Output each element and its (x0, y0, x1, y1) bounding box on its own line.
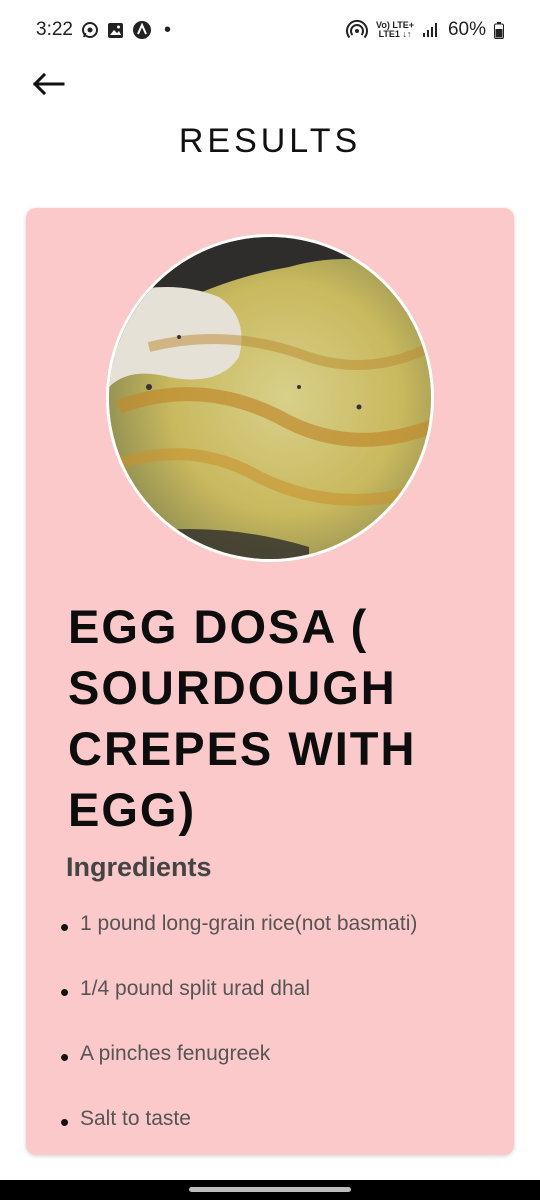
battery-icon (494, 21, 504, 39)
ingredients-heading: Ingredients (66, 852, 212, 882)
page-title: RESULTS (178, 122, 362, 160)
list-item: • A pinches fenugreek (60, 1042, 417, 1107)
navigation-bar (0, 1180, 540, 1200)
bullet-icon: • (60, 977, 70, 1007)
ingredients-list: • 1 pound long-grain rice(not basmati) • 1… (60, 912, 417, 1172)
gallery-icon (107, 22, 124, 39)
ingredient-text: A pinches fenugreek (80, 1042, 271, 1065)
lte-bottom-label: LTE1 ↓↑ (378, 29, 412, 39)
status-left: 3:22 • (36, 19, 171, 41)
arrow-left-icon (31, 72, 65, 101)
whatsapp-icon (81, 21, 99, 39)
recipe-name: EGG DOSA ( SOURDOUGH CREPES WITH EGG) (68, 600, 417, 836)
ingredient-text: 1 pound long-grain rice(not basmati) (80, 912, 418, 935)
notification-dot: • (163, 19, 171, 41)
bullet-icon: • (60, 1107, 70, 1137)
egg-dosa-photo (109, 237, 431, 559)
battery-percent: 60% (447, 19, 486, 40)
bullet-icon: • (60, 1042, 70, 1072)
recipe-photo (106, 234, 434, 562)
home-indicator[interactable] (189, 1187, 351, 1192)
list-item: • Salt to taste (60, 1107, 417, 1172)
recipe-card[interactable]: EGG DOSA ( SOURDOUGH CREPES WITH EGG) In… (26, 208, 514, 1155)
list-item: • 1 pound long-grain rice(not basmati) (60, 912, 417, 977)
bullet-icon: • (60, 912, 70, 942)
status-right: Vo) LTE+ LTE1 ↓↑ 60% (346, 19, 504, 41)
ingredient-text: 1/4 pound split urad dhal (80, 977, 311, 1000)
back-button[interactable] (28, 70, 68, 102)
list-item: • 1/4 pound split urad dhal (60, 977, 417, 1042)
hotspot-icon (346, 19, 369, 41)
status-time: 3:22 (36, 19, 73, 40)
status-bar: 3:22 • Vo) LTE+ LTE1 ↓↑ 60% (0, 0, 540, 60)
signal-icon (422, 22, 440, 38)
lte-icon: Vo) LTE+ LTE1 ↓↑ (376, 21, 414, 39)
ingredient-text: Salt to taste (80, 1107, 191, 1130)
app-icon (132, 20, 152, 40)
